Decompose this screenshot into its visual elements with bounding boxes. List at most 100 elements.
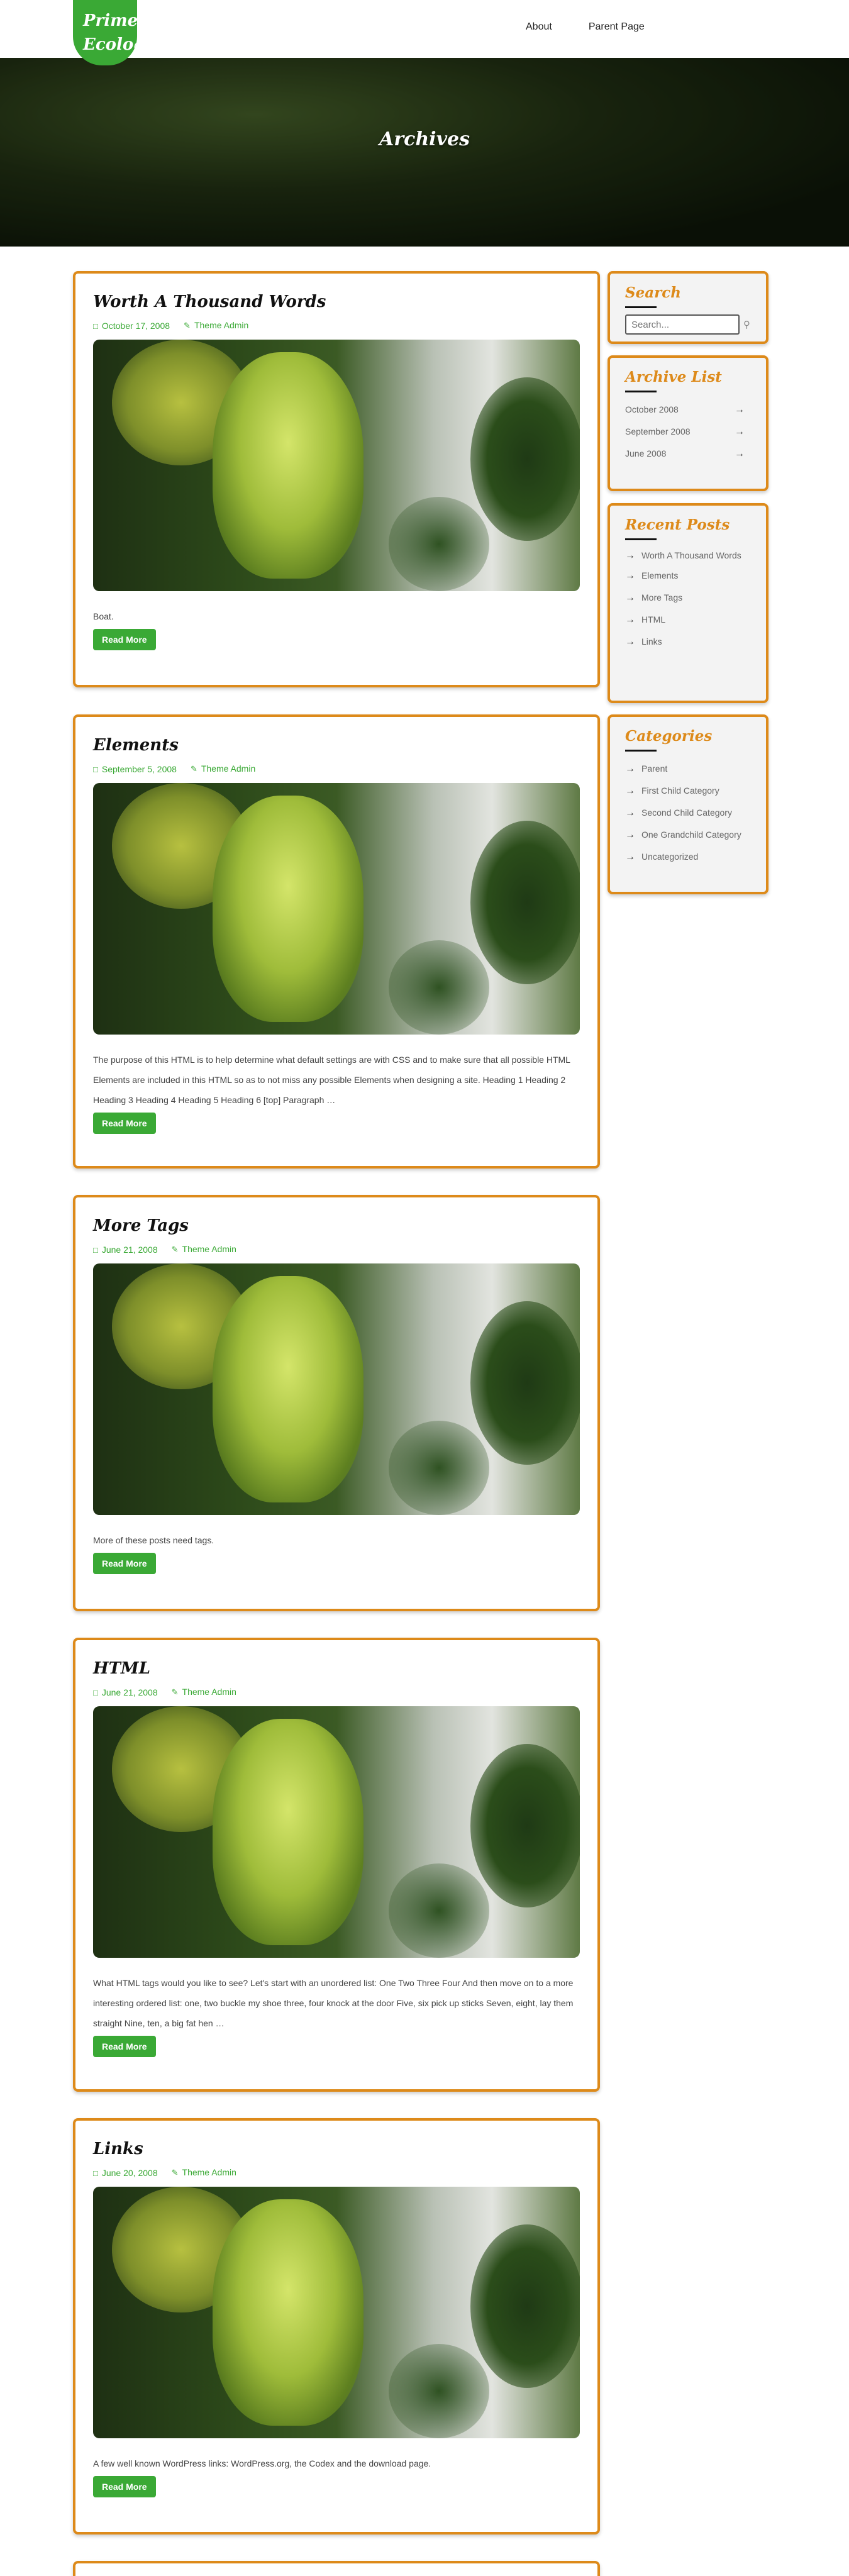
post-author[interactable]: Theme Admin [182, 2167, 236, 2177]
main-nav: About Parent Page [526, 21, 645, 33]
site-logo[interactable]: Prime Ecology [73, 0, 137, 65]
archive-label[interactable]: October 2008 [625, 399, 679, 421]
post-meta: □ June 21, 2008 ✎ Theme Admin [93, 1687, 580, 1697]
arrow-right-icon: → [735, 404, 745, 415]
post-title[interactable]: HTML [93, 1658, 580, 1679]
search-box: ⚲ [625, 314, 751, 335]
category-item[interactable]: → Parent [625, 758, 751, 780]
post-author[interactable]: Theme Admin [194, 320, 248, 330]
search-input[interactable] [625, 314, 740, 335]
post-meta: □ September 5, 2008 ✎ Theme Admin [93, 763, 580, 774]
post-date[interactable]: June 20, 2008 [102, 2168, 158, 2178]
post-title[interactable]: Elements [93, 735, 580, 756]
calendar-icon: □ [93, 2168, 98, 2178]
post-title[interactable]: Worth A Thousand Words [93, 291, 580, 313]
site-header: Prime Ecology About Parent Page [0, 0, 849, 65]
category-item[interactable]: → Uncategorized [625, 846, 751, 868]
recent-post-link[interactable]: Worth A Thousand Words [641, 547, 741, 565]
post-meta: □ October 17, 2008 ✎ Theme Admin [93, 320, 580, 331]
category-link[interactable]: One Grandchild Category [641, 824, 741, 846]
recent-post-link[interactable]: More Tags [641, 587, 682, 609]
post-title[interactable]: Links [93, 2138, 580, 2160]
post-meta: □ June 20, 2008 ✎ Theme Admin [93, 2167, 580, 2178]
categories-widget: Categories → Parent → First Child Category… [608, 714, 769, 894]
post-date[interactable]: June 21, 2008 [102, 1687, 158, 1697]
archive-label[interactable]: September 2008 [625, 421, 691, 443]
nav-about[interactable]: About [526, 21, 552, 33]
logo-line2: Ecology [83, 35, 137, 54]
category-item[interactable]: → First Child Category [625, 780, 751, 802]
archive-item[interactable]: September 2008 → [625, 421, 751, 443]
post-excerpt: Boat. [93, 611, 114, 621]
category-link[interactable]: Second Child Category [641, 802, 732, 824]
post-thumbnail[interactable] [93, 2187, 580, 2438]
post-thumbnail[interactable] [93, 1706, 580, 1958]
post-author[interactable]: Theme Admin [182, 1687, 236, 1697]
logo-line1: Prime [83, 11, 137, 30]
post-author[interactable]: Theme Admin [182, 1244, 236, 1254]
widget-title: Categories [625, 728, 713, 745]
arrow-right-icon: → [625, 636, 635, 647]
title-underline [625, 538, 657, 540]
read-more-button[interactable]: Read More [93, 629, 156, 650]
post-meta: □ June 21, 2008 ✎ Theme Admin [93, 1244, 580, 1255]
post-date[interactable]: October 17, 2008 [102, 321, 170, 331]
arrow-right-icon: → [625, 852, 635, 862]
read-more-button[interactable]: Read More [93, 2476, 156, 2497]
recent-post-item[interactable]: → Links [625, 631, 751, 653]
post-card: Elements □ September 5, 2008 ✎ Theme Admin… [73, 714, 600, 1169]
arrow-right-icon: → [625, 570, 635, 581]
post-excerpt: More of these posts need tags. [93, 1535, 214, 1545]
title-underline [625, 306, 657, 308]
post-card: HTML □ June 21, 2008 ✎ Theme Admin What HT… [73, 1638, 600, 2092]
post-card: Links □ June 20, 2008 ✎ Theme Admin A few … [73, 2118, 600, 2534]
calendar-icon: □ [93, 321, 98, 331]
recent-post-item[interactable]: → More Tags [625, 587, 751, 609]
calendar-icon: □ [93, 1245, 98, 1255]
category-link[interactable]: First Child Category [641, 780, 719, 802]
read-more-button[interactable]: Read More [93, 1553, 156, 1574]
categories-list: → Parent → First Child Category → Second Ch… [625, 758, 751, 868]
search-icon[interactable]: ⚲ [743, 319, 750, 330]
calendar-icon: □ [93, 1687, 98, 1697]
arrow-right-icon: → [735, 448, 745, 459]
post-thumbnail[interactable] [93, 1263, 580, 1515]
archive-item[interactable]: June 2008 → [625, 443, 751, 465]
category-item[interactable]: → Second Child Category [625, 802, 751, 824]
arrow-right-icon: → [625, 830, 635, 840]
recent-post-item[interactable]: → HTML [625, 609, 751, 631]
category-link[interactable]: Parent [641, 758, 667, 780]
recent-post-item[interactable]: → Elements [625, 565, 751, 587]
post-author[interactable]: Theme Admin [201, 763, 255, 774]
category-item[interactable]: → One Grandchild Category [625, 824, 751, 846]
post-card: Worth A Thousand Words □ October 17, 2008… [73, 271, 600, 687]
read-more-button[interactable]: Read More [93, 1113, 156, 1134]
arrow-right-icon: → [625, 763, 635, 774]
pencil-icon: ✎ [171, 2168, 179, 2177]
recent-post-link[interactable]: Links [641, 631, 662, 653]
arrow-right-icon: → [625, 786, 635, 796]
recent-post-link[interactable]: Elements [641, 565, 678, 587]
archive-label[interactable]: June 2008 [625, 443, 666, 465]
recent-posts-widget: Recent Posts → Worth A Thousand Words → El… [608, 503, 769, 703]
recent-post-link[interactable]: HTML [641, 609, 665, 631]
post-thumbnail[interactable] [93, 783, 580, 1035]
widget-title: Recent Posts [625, 516, 730, 533]
post-date[interactable]: June 21, 2008 [102, 1245, 158, 1255]
archive-item[interactable]: October 2008 → [625, 399, 751, 421]
widget-title: Search [625, 284, 681, 301]
post-card [73, 2561, 600, 2576]
widget-title: Archive List [625, 369, 722, 386]
pencil-icon: ✎ [171, 1687, 179, 1697]
post-thumbnail[interactable] [93, 340, 580, 591]
read-more-button[interactable]: Read More [93, 2036, 156, 2057]
arrow-right-icon: → [625, 808, 635, 818]
hero-overlay [0, 58, 849, 247]
title-underline [625, 391, 657, 392]
post-title[interactable]: More Tags [93, 1215, 580, 1236]
recent-post-item[interactable]: → Worth A Thousand Words [625, 547, 751, 565]
hero-banner: Archives [0, 58, 849, 247]
post-date[interactable]: September 5, 2008 [102, 764, 177, 774]
nav-parent-page[interactable]: Parent Page [589, 21, 645, 33]
category-link[interactable]: Uncategorized [641, 846, 698, 868]
